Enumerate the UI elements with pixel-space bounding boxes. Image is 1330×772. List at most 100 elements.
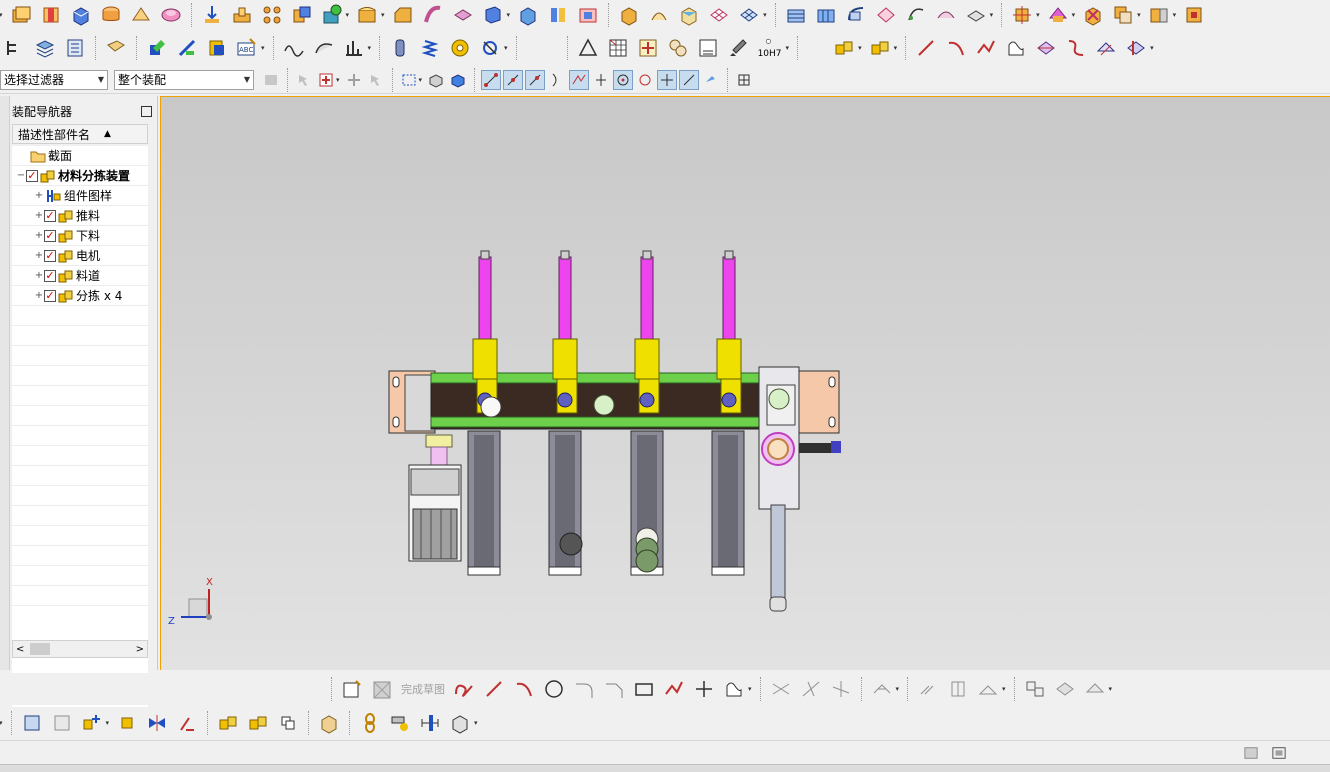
dropdown-arrow-icon[interactable]: ▾ [381,11,385,19]
snap-quadrant-icon[interactable] [635,70,655,90]
extension-surface-icon[interactable] [963,2,989,28]
dropdown-arrow-icon[interactable]: ▾ [894,44,898,52]
reposition-icon[interactable] [114,710,140,736]
shell-icon[interactable] [450,2,476,28]
dropdown-arrow-icon[interactable]: ▾ [346,11,350,19]
document-icon[interactable] [695,35,721,61]
part-module-icon[interactable] [1181,2,1207,28]
workpiece[interactable] [480,396,502,418]
tree-expander[interactable]: − [16,170,26,181]
snap-intersection-icon[interactable] [569,69,590,90]
draft-icon[interactable] [480,2,506,28]
subtract-icon[interactable] [319,2,345,28]
block-icon[interactable] [68,2,94,28]
feature-select-icon[interactable] [316,70,336,90]
through-curves-icon[interactable] [813,2,839,28]
edge-blend-icon[interactable] [354,2,380,28]
snap-arc-icon[interactable] [547,70,567,90]
visibility-checkbox[interactable]: ✓ [44,269,56,282]
snap-existing-point-icon[interactable] [679,69,700,90]
weight-icon[interactable] [447,710,473,736]
hole-icon[interactable] [199,2,225,28]
sketch-line-icon[interactable] [481,676,507,702]
wave-geometry-icon[interactable] [275,710,301,736]
snap-control-point-icon[interactable] [525,69,546,90]
deselect-icon[interactable] [366,70,386,90]
offset-curve-sketch-icon[interactable] [1022,676,1048,702]
sort-ascending-icon[interactable]: ▲ [104,129,111,139]
tree-node-motor[interactable]: + ✓ 电机 [12,246,148,266]
boss-icon[interactable] [229,2,255,28]
dropdown-arrow-icon[interactable]: ▾ [419,76,423,84]
spline-shape-icon[interactable] [1003,35,1029,61]
explode-icon[interactable] [174,710,200,736]
swept-surface-icon[interactable] [843,2,869,28]
chain-link-icon[interactable] [357,710,383,736]
maximize-icon[interactable] [141,105,152,117]
offset-curve-icon[interactable] [1033,35,1059,61]
bearing-icon[interactable] [447,35,473,61]
sew-icon[interactable] [616,2,642,28]
graphics-viewport[interactable]: X Z [160,96,1330,670]
tree-expander[interactable]: + [34,210,44,221]
offset-face-icon[interactable] [515,2,541,28]
tree-node-section[interactable]: 截面 [12,146,148,166]
note-icon[interactable] [103,35,129,61]
pattern-icon[interactable] [259,2,285,28]
bridge-curve-icon[interactable] [1063,35,1089,61]
dropdown-arrow-icon[interactable]: ▾ [507,11,511,19]
dropdown-arrow-icon[interactable]: ▾ [748,685,752,693]
unite-icon[interactable] [289,2,315,28]
mirror-assembly-icon[interactable] [144,710,170,736]
mesh-surface-icon[interactable] [706,2,732,28]
part-list-icon[interactable] [62,35,88,61]
tree-node-component-pattern[interactable]: + 组件图样 [12,186,148,206]
point-icon[interactable] [691,676,717,702]
assembly-filter-icon[interactable] [261,70,281,90]
layer-settings-icon[interactable] [32,35,58,61]
replace-component-icon[interactable] [245,710,271,736]
snap-endpoint-icon[interactable] [481,69,502,90]
line-icon[interactable] [913,35,939,61]
interference-icon[interactable] [387,710,413,736]
scroll-thumb[interactable] [30,643,51,655]
wireframe-body-icon[interactable] [426,70,446,90]
sphere-icon[interactable] [158,2,184,28]
table-icon[interactable] [605,35,631,61]
visibility-checkbox[interactable]: ✓ [26,169,38,182]
visibility-checkbox[interactable]: ✓ [44,209,56,222]
promote-body-icon[interactable] [1146,2,1172,28]
add-existing-icon[interactable] [79,710,105,736]
component-array-icon[interactable] [215,710,241,736]
revolve-icon[interactable] [38,2,64,28]
snap-tangent-icon[interactable] [701,70,721,90]
geometric-constraint-icon[interactable] [915,676,941,702]
solid-body-icon[interactable] [448,70,468,90]
wave-link-icon[interactable] [1110,2,1136,28]
dropdown-arrow-icon[interactable]: ▾ [368,44,372,52]
workpiece[interactable] [593,394,615,416]
circle-icon[interactable] [541,676,567,702]
extract-geometry-icon[interactable] [1080,2,1106,28]
tree-expander[interactable]: + [34,230,44,241]
motor-assembly[interactable] [408,434,462,562]
spring-icon[interactable] [417,35,443,61]
fillet-icon[interactable] [571,676,597,702]
multi-body-icon[interactable] [665,35,691,61]
clearance-analysis-icon[interactable] [316,710,342,736]
polygon-icon[interactable] [661,676,687,702]
measure-icon[interactable] [417,710,443,736]
column-header[interactable]: 描述性部件名 ▲ [12,124,148,144]
tree-expander[interactable]: + [34,250,44,261]
move-component-icon[interactable] [204,35,230,61]
brush-icon[interactable] [725,35,751,61]
chamfer-icon[interactable] [390,2,416,28]
dropdown-arrow-icon[interactable]: ▾ [261,44,265,52]
spring-cylinder-icon[interactable] [387,35,413,61]
section-view-icon[interactable] [311,35,337,61]
constraint-icon[interactable] [174,35,200,61]
thicken-icon[interactable] [545,2,571,28]
move-object-icon[interactable] [1009,2,1035,28]
dropdown-arrow-icon[interactable]: ▾ [0,719,3,727]
dropdown-arrow-icon[interactable]: ▾ [858,44,862,52]
